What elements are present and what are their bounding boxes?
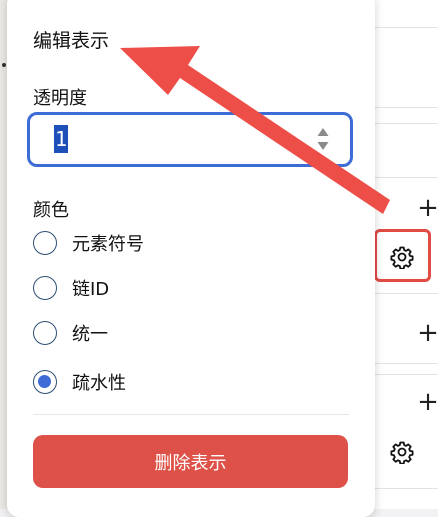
gear-highlight-box xyxy=(374,229,431,282)
spinner-icon[interactable] xyxy=(316,124,330,154)
color-option-hydrophobicity[interactable]: 疏水性 xyxy=(33,367,126,397)
gear-icon[interactable] xyxy=(390,440,414,464)
add-representation-button[interactable]: + xyxy=(417,320,438,346)
radio-label: 疏水性 xyxy=(72,373,126,394)
radio-button[interactable] xyxy=(33,321,57,345)
edit-representation-popover: 编辑表示 透明度 1 颜色 元素符号 链ID 统一 疏水性 删除表示 xyxy=(7,0,375,517)
color-option-uniform[interactable]: 统一 xyxy=(33,318,108,348)
color-option-element[interactable]: 元素符号 xyxy=(33,228,144,258)
add-representation-button[interactable]: + xyxy=(417,389,438,415)
radio-label: 链ID xyxy=(72,279,110,300)
divider xyxy=(33,414,349,415)
radio-button-checked[interactable] xyxy=(33,370,57,394)
color-label: 颜色 xyxy=(33,200,69,221)
background-dot xyxy=(2,63,6,67)
radio-label: 统一 xyxy=(72,324,108,345)
radio-button[interactable] xyxy=(33,231,57,255)
opacity-value: 1 xyxy=(54,125,69,153)
opacity-label: 透明度 xyxy=(33,88,87,109)
popover-title: 编辑表示 xyxy=(33,30,110,52)
radio-label: 元素符号 xyxy=(72,234,144,255)
radio-button[interactable] xyxy=(33,276,57,300)
delete-representation-button[interactable]: 删除表示 xyxy=(33,435,348,488)
opacity-input[interactable]: 1 xyxy=(27,112,353,167)
add-representation-button[interactable]: + xyxy=(417,195,438,221)
color-option-chain-id[interactable]: 链ID xyxy=(33,273,109,303)
